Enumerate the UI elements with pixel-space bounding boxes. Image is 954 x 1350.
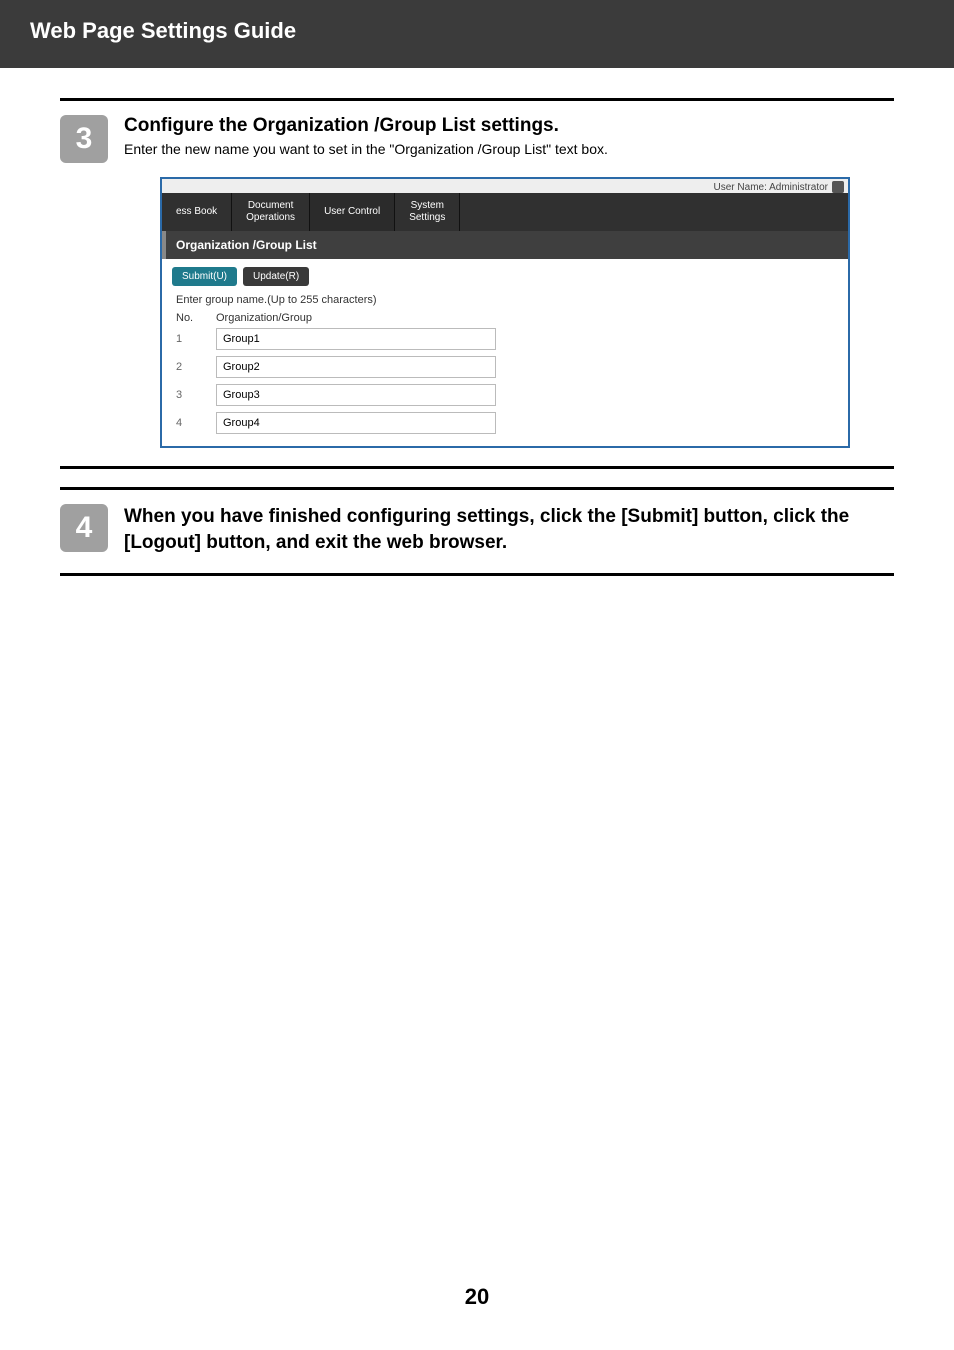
tab-ess-book[interactable]: ess Book [162,193,232,231]
ss-table: No. Organization/Group 1 2 3 [162,312,848,446]
page-number: 20 [0,1284,954,1310]
step-3-block: 3 Configure the Organization /Group List… [60,98,894,469]
step-4-badge: 4 [60,504,108,552]
embedded-screenshot: User Name: Administrator ess Book Docume… [160,177,850,448]
tab-user-control[interactable]: User Control [310,193,395,231]
doc-header: Web Page Settings Guide [0,0,954,68]
submit-button[interactable]: Submit(U) [172,267,237,286]
table-row: 1 [176,328,834,350]
group-input-1[interactable] [216,328,496,350]
table-row: 3 [176,384,834,406]
tab-document-operations[interactable]: Document Operations [232,193,310,231]
logout-icon[interactable] [832,181,844,193]
step-4-title: When you have finished configuring setti… [124,504,894,555]
step-3-badge: 3 [60,115,108,163]
ss-tabs: ess Book Document Operations User Contro… [162,193,848,231]
row-no: 1 [176,333,216,345]
ss-username-label: User Name: Administrator [714,182,828,193]
doc-title: Web Page Settings Guide [30,18,296,43]
row-no: 2 [176,361,216,373]
update-button[interactable]: Update(R) [243,267,309,286]
ss-userbar: User Name: Administrator [162,179,848,193]
table-row: 2 [176,356,834,378]
col-header-no: No. [176,312,216,324]
row-no: 3 [176,389,216,401]
step-4-block: 4 When you have finished configuring set… [60,487,894,576]
tab-system-settings[interactable]: System Settings [395,193,460,231]
ss-section-title: Organization /Group List [162,231,848,259]
step-3-desc: Enter the new name you want to set in th… [124,141,894,157]
row-no: 4 [176,417,216,429]
table-row: 4 [176,412,834,434]
content-area: 3 Configure the Organization /Group List… [0,68,954,576]
step-3-title: Configure the Organization /Group List s… [124,115,894,137]
col-header-org: Organization/Group [216,312,834,324]
group-input-3[interactable] [216,384,496,406]
group-input-4[interactable] [216,412,496,434]
ss-hint: Enter group name.(Up to 255 characters) [162,294,848,312]
group-input-2[interactable] [216,356,496,378]
